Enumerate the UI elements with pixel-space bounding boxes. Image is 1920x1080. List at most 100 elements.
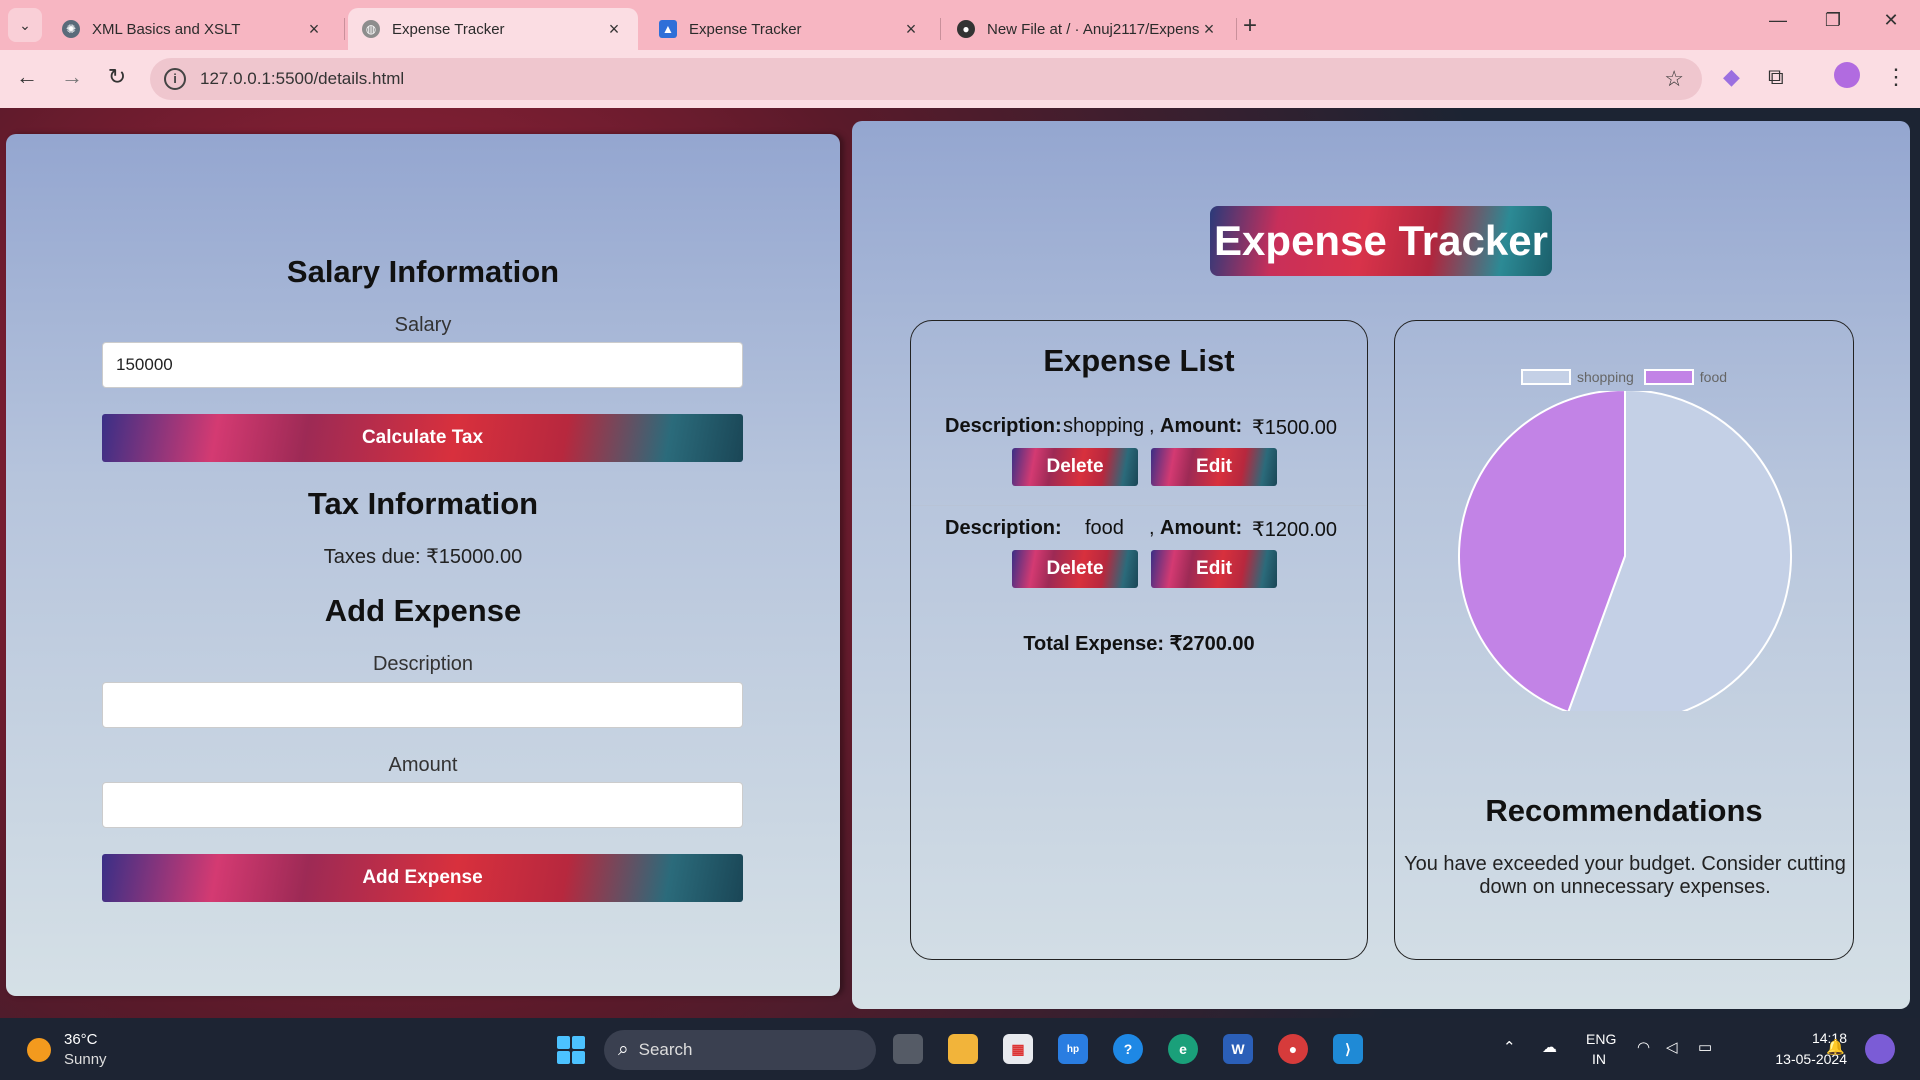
tab-expense-tracker-active[interactable]: ◍ Expense Tracker × [348,8,638,50]
close-icon[interactable]: × [901,19,921,40]
profile-avatar[interactable] [1834,62,1860,88]
reload-icon[interactable]: ↻ [102,64,132,90]
globe-icon: ◍ [362,20,380,38]
salary-expense-panel: Salary Information Salary 150000 Calcula… [6,134,840,996]
windows-start-icon[interactable] [557,1036,585,1064]
app-title: Expense Tracker [1210,206,1552,276]
new-tab-plus-icon[interactable]: + [1243,12,1257,40]
restore-icon[interactable]: ❐ [1818,10,1848,31]
legend-item-food[interactable]: food [1643,369,1728,385]
chevron-up-icon[interactable]: ⌃ [1503,1038,1516,1056]
task-view-icon[interactable] [893,1034,923,1064]
legend-label: food [1699,369,1728,385]
total-expense: Total Expense: ₹2700.00 [1023,633,1255,655]
expense-description: shopping [1063,415,1145,437]
legend-label: shopping [1576,369,1634,385]
separator: , [1149,517,1155,539]
cloud-offline-icon[interactable]: ☁ [1542,1038,1557,1056]
recommendations-text: You have exceeded your budget. Consider … [1404,853,1846,898]
person-icon: ▲ [659,20,677,38]
tax-heading: Tax Information [307,486,539,521]
forward-arrow-icon[interactable]: → [57,64,87,90]
windows-taskbar: 36°C Sunny ⌕ Search ▦ hp ? e W ● ⟩ ⌃ ☁ E… [0,1018,1920,1080]
weather-temperature[interactable]: 36°C [64,1031,98,1048]
delete-button[interactable]: Delete [1012,448,1138,486]
recommendations-heading: Recommendations [1485,793,1763,828]
vscode-icon[interactable]: ⟩ [1333,1034,1363,1064]
row-divider [911,505,1367,506]
add-expense-heading: Add Expense [324,593,522,628]
tab-title: New File at / · Anuj2117/Expens [987,20,1199,38]
url-text[interactable]: 127.0.0.1:5500/details.html [200,69,404,89]
tab-title: XML Basics and XSLT [92,20,241,38]
openai-icon: ✺ [62,20,80,38]
taskbar-search[interactable]: ⌕ Search [604,1030,876,1070]
tab-divider [1236,18,1237,40]
close-icon[interactable]: × [304,19,324,40]
separator: , [1149,415,1155,437]
expense-description: food [1085,517,1124,539]
battery-icon[interactable]: ▭ [1698,1038,1712,1056]
close-icon[interactable]: × [604,19,624,40]
language-indicator[interactable]: ENG [1586,1031,1616,1047]
chrome-icon[interactable]: ● [1278,1034,1308,1064]
file-explorer-icon[interactable] [948,1034,978,1064]
window-close-icon[interactable]: ✕ [1876,10,1906,31]
help-icon[interactable]: ? [1113,1034,1143,1064]
delete-button[interactable]: Delete [1012,550,1138,588]
microsoft-store-icon[interactable]: ▦ [1003,1034,1033,1064]
edit-button[interactable]: Edit [1151,550,1277,588]
tab-divider [344,18,345,40]
github-icon: ● [957,20,975,38]
amount-label: Amount: [1160,517,1243,539]
search-icon: ⌕ [618,1039,629,1060]
volume-icon[interactable]: ◁ [1666,1038,1678,1056]
tab-title: Expense Tracker [689,20,802,38]
amount-label: Amount: [1160,415,1243,437]
tab-search-button[interactable]: ⌄ [8,8,42,42]
legend-swatch [1643,369,1694,385]
wifi-icon[interactable]: ◠ [1637,1038,1650,1056]
myhp-icon[interactable]: hp [1058,1034,1088,1064]
edge-browser-icon[interactable]: e [1168,1034,1198,1064]
salary-input[interactable]: 150000 [102,342,743,388]
tab-github-new-file[interactable]: ● New File at / · Anuj2117/Expens × [943,8,1233,50]
taxes-due-text: Taxes due: ₹15000.00 [323,546,523,568]
region-indicator[interactable]: IN [1592,1051,1606,1067]
tab-title: Expense Tracker [392,20,505,38]
edit-button[interactable]: Edit [1151,448,1277,486]
tab-divider [940,18,941,40]
browser-tab-bar: ⌄ ✺ XML Basics and XSLT × ◍ Expense Trac… [0,0,1920,50]
description-label: Description [372,653,474,675]
bookmark-star-icon[interactable]: ☆ [1664,66,1684,92]
sun-icon[interactable] [27,1038,51,1062]
url-omnibox[interactable]: i 127.0.0.1:5500/details.html ☆ [150,58,1702,100]
more-menu-icon[interactable]: ⋮ [1885,64,1907,90]
word-icon[interactable]: W [1223,1034,1253,1064]
expense-list-card: Expense List Description: shopping , Amo… [910,320,1368,960]
add-expense-button[interactable]: Add Expense [102,854,743,902]
description-input[interactable] [102,682,743,728]
calculate-tax-button[interactable]: Calculate Tax [102,414,743,462]
expense-amount: ₹1200.00 [1252,519,1338,541]
extension-copilot-icon[interactable]: ◆ [1723,64,1740,90]
address-bar-row: ← → ↻ i 127.0.0.1:5500/details.html ☆ ◆ … [0,50,1920,108]
tab-xml-basics[interactable]: ✺ XML Basics and XSLT × [48,8,338,50]
tab-expense-tracker-2[interactable]: ▲ Expense Tracker × [645,8,935,50]
chart-legend: shopping food [1395,369,1853,385]
legend-item-shopping[interactable]: shopping [1520,369,1634,385]
chart-card: shopping food Recommendations You have e… [1394,320,1854,960]
back-arrow-icon[interactable]: ← [12,64,42,90]
expense-amount: ₹1500.00 [1252,417,1338,439]
minimize-icon[interactable]: — [1763,10,1793,31]
close-icon[interactable]: × [1199,19,1219,40]
chevron-down-icon: ⌄ [19,16,31,33]
amount-input[interactable] [102,782,743,828]
amount-label: Amount [388,754,458,776]
pie-chart [1458,391,1792,711]
notification-bell-icon[interactable]: 🔔 [1826,1038,1845,1056]
site-info-icon[interactable]: i [164,68,186,90]
extensions-puzzle-icon[interactable]: ⧉ [1768,64,1784,90]
weather-condition[interactable]: Sunny [64,1051,107,1068]
copilot-icon[interactable] [1865,1034,1895,1064]
